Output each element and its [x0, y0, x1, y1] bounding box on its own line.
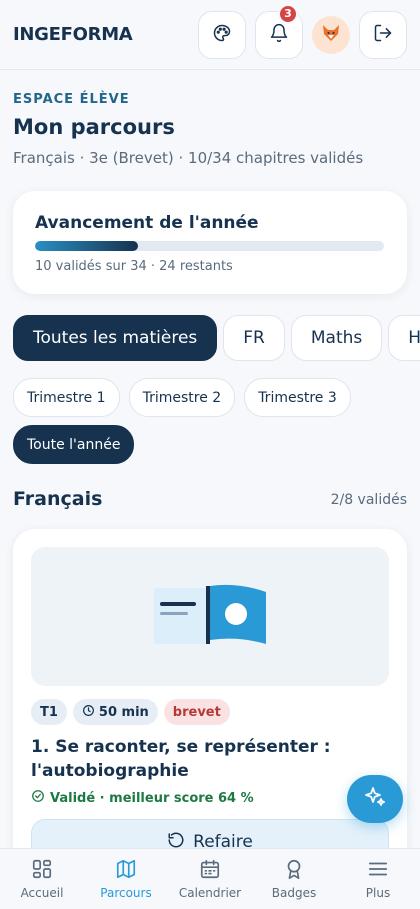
- avatar[interactable]: [312, 15, 350, 54]
- duration-label: 50 min: [98, 704, 149, 720]
- chip-maths[interactable]: Maths: [290, 315, 383, 361]
- nav-home[interactable]: Accueil: [0, 849, 84, 909]
- top-bar: INGEFORMA 3: [0, 0, 420, 70]
- chip-fr[interactable]: FR: [223, 315, 285, 361]
- course-status: Validé · meilleur score 64 %: [31, 789, 389, 807]
- term-1-pill[interactable]: Trimestre 1: [13, 378, 120, 417]
- nav-badges[interactable]: Badges: [252, 849, 336, 909]
- map-icon: [115, 858, 137, 883]
- fox-icon: [319, 21, 343, 49]
- ai-assistant-button[interactable]: [347, 775, 403, 823]
- course-illustration: [31, 547, 389, 686]
- nav-more[interactable]: Plus: [336, 849, 420, 909]
- nav-parcours-label: Parcours: [100, 886, 152, 900]
- section-count: 2/8 validés: [330, 492, 407, 508]
- chip-hg[interactable]: HG: [388, 315, 420, 361]
- chip-all-subjects[interactable]: Toutes les matières: [13, 315, 218, 361]
- menu-icon: [367, 858, 389, 883]
- award-icon: [283, 858, 305, 883]
- check-circle-icon: [31, 789, 45, 807]
- open-book-icon: [150, 582, 270, 652]
- notification-count-badge: 3: [278, 3, 298, 24]
- sparkles-icon: [363, 785, 387, 813]
- page-subtitle: Français · 3e (Brevet) · 10/34 chapitres…: [13, 149, 364, 167]
- bottom-nav: Accueil Parcours Calendrier Badges Plus: [0, 848, 420, 909]
- grid-icon: [31, 858, 53, 883]
- clock-icon: [82, 704, 95, 721]
- bell-icon: [269, 23, 289, 47]
- progress-title: Avancement de l'année: [35, 213, 259, 233]
- page-title: Mon parcours: [13, 115, 175, 139]
- top-actions: 3: [198, 3, 407, 59]
- term-3-pill[interactable]: Trimestre 3: [244, 378, 351, 417]
- nav-home-label: Accueil: [20, 886, 64, 900]
- nav-more-label: Plus: [365, 886, 391, 900]
- term-filter-row-2: Toute l'année: [13, 425, 135, 464]
- progress-fill: [35, 241, 138, 251]
- whole-year-pill[interactable]: Toute l'année: [13, 425, 135, 464]
- course-tags: T1 50 min brevet: [31, 699, 389, 725]
- duration-tag: 50 min: [72, 699, 158, 725]
- course-title: 1. Se raconter, se représenter : l'autob…: [31, 737, 331, 781]
- calendar-icon: [199, 858, 221, 883]
- year-progress-card: Avancement de l'année 10 validés sur 34 …: [13, 191, 407, 294]
- progress-caption: 10 validés sur 34 · 24 restants: [35, 259, 233, 274]
- subject-filter: Toutes les matières FR Maths HG: [13, 315, 420, 361]
- progress-bar: [35, 241, 384, 251]
- term-tag: T1: [31, 699, 67, 725]
- nav-calendar[interactable]: Calendrier: [168, 849, 252, 909]
- course-status-label: Validé · meilleur score 64 %: [50, 790, 254, 806]
- term-2-pill[interactable]: Trimestre 2: [128, 378, 236, 417]
- term-filter: Trimestre 1 Trimestre 2 Trimestre 3: [13, 378, 351, 417]
- logout-icon: [373, 23, 393, 47]
- nav-calendar-label: Calendrier: [178, 886, 242, 900]
- section-title: Français: [13, 488, 103, 510]
- theme-button[interactable]: [198, 10, 246, 59]
- notifications-button[interactable]: 3: [255, 3, 303, 59]
- page-eyebrow: ESPACE ÉLÈVE: [13, 92, 130, 107]
- nav-badges-label: Badges: [271, 886, 317, 900]
- brand-logo[interactable]: INGEFORMA: [13, 24, 133, 45]
- nav-parcours[interactable]: Parcours: [84, 849, 168, 909]
- exam-tag: brevet: [163, 699, 230, 725]
- logout-button[interactable]: [359, 10, 407, 59]
- palette-icon: [212, 23, 232, 47]
